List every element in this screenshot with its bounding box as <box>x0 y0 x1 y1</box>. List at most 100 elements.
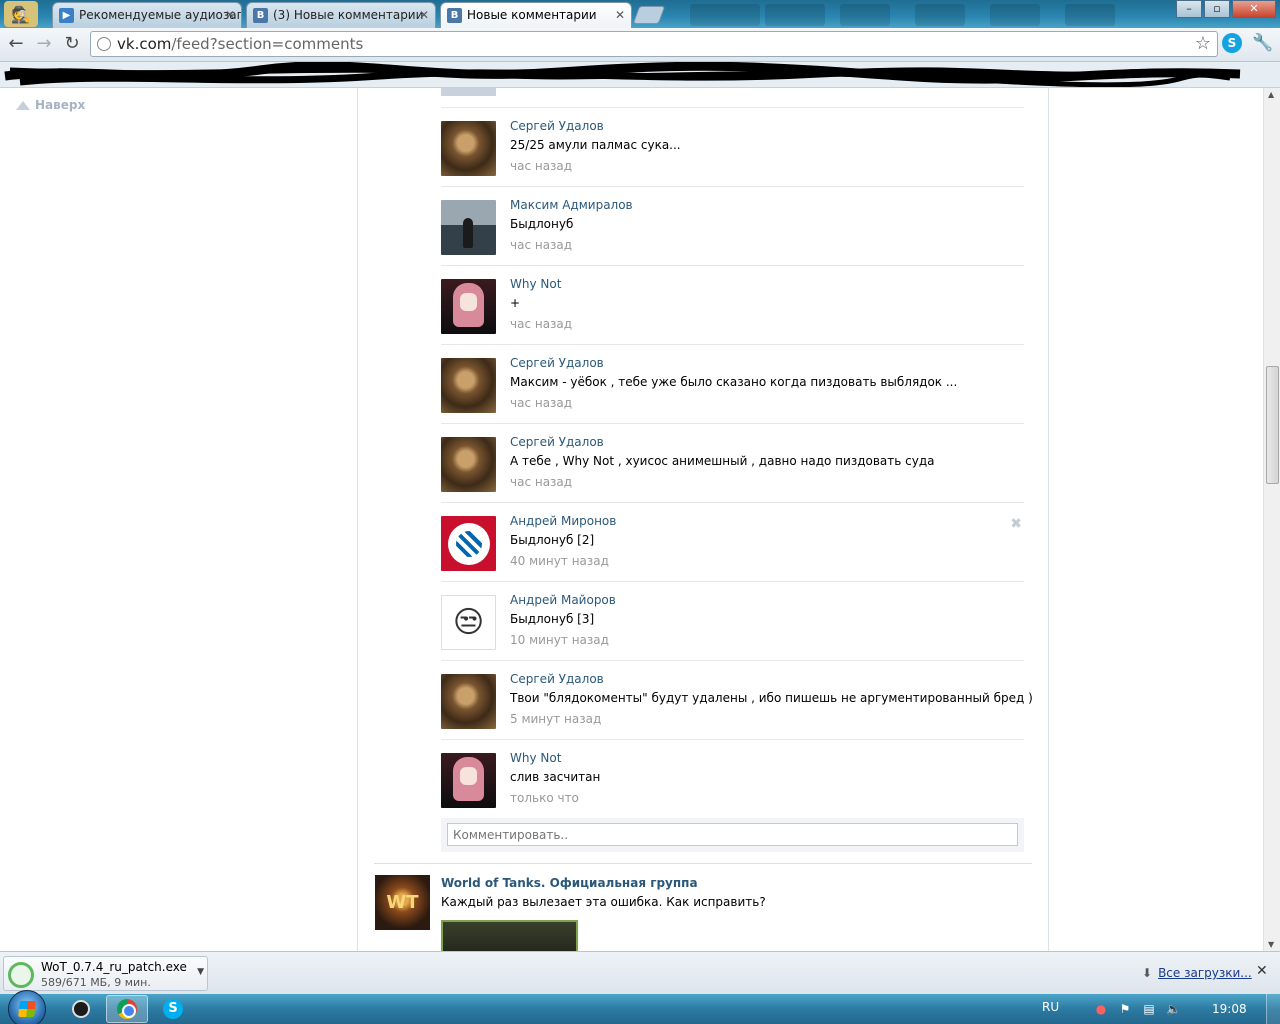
skype-extension-icon[interactable]: S <box>1222 33 1242 53</box>
profile-avatar-icon[interactable]: 🕵 <box>4 1 38 27</box>
avatar[interactable] <box>441 88 496 96</box>
close-window-button[interactable]: ✕ <box>1232 0 1276 18</box>
comment-time[interactable]: час назад <box>510 475 572 489</box>
comment-item: Сергей Удалов Твои "блядокоменты" будут … <box>441 661 1033 740</box>
minimize-button[interactable]: – <box>1176 0 1202 18</box>
comment-time[interactable]: только что <box>510 791 579 805</box>
comment-item: 😒 Андрей Майоров Быдлонуб [3] 10 минут н… <box>441 582 1024 661</box>
tab-recommended-audio[interactable]: ▶ Рекомендуемые аудиозап ✕ <box>52 2 242 28</box>
taskbar-steam[interactable] <box>60 995 102 1023</box>
comment-author[interactable]: Максим Адмиралов <box>510 198 633 212</box>
redaction-scribble <box>4 62 1241 87</box>
comment-time[interactable]: час назад <box>510 317 572 331</box>
taskbar-chrome[interactable] <box>106 995 148 1023</box>
scroll-to-top-button[interactable]: Наверх <box>16 98 85 112</box>
scroll-to-top-label: Наверх <box>35 98 86 112</box>
back-button[interactable]: ← <box>5 34 27 56</box>
tab-new-comments-3[interactable]: B (3) Новые комментарии ✕ <box>246 2 436 28</box>
vk-page: Наверх Сергей Удалов 25/25 амули палмас … <box>0 88 1280 951</box>
comment-input[interactable] <box>447 823 1018 846</box>
comment-item: Why Not + час назад <box>441 266 1024 345</box>
all-downloads-link[interactable]: ⬇ Все загрузки... <box>1142 966 1252 980</box>
comment-text: А тебе , Why Not , хуисос анимешный , да… <box>510 454 935 468</box>
comment-time[interactable]: 10 минут назад <box>510 633 609 647</box>
comment-item: Сергей Удалов А тебе , Why Not , хуисос … <box>441 424 1024 503</box>
download-progress-icon <box>8 962 34 988</box>
comment-form <box>441 818 1024 852</box>
language-indicator[interactable]: RU <box>1042 1000 1059 1014</box>
close-icon[interactable]: ✕ <box>225 3 235 27</box>
address-bar[interactable]: vk.com/feed?section=comments ☆ <box>90 31 1218 57</box>
divider <box>374 863 1032 864</box>
volume-icon[interactable]: 🔈 <box>1166 1002 1181 1016</box>
scroll-down-arrow-icon[interactable]: ▼ <box>1268 940 1274 949</box>
comment-time[interactable]: час назад <box>510 396 572 410</box>
avatar[interactable] <box>441 121 496 176</box>
comment-time[interactable]: час назад <box>510 238 572 252</box>
windows-taskbar: S RU ● ⚑ ▤ 🔈 19:08 <box>0 990 1280 1024</box>
notification-icon[interactable]: ● <box>1094 1002 1108 1016</box>
comment-author[interactable]: Сергей Удалов <box>510 672 604 686</box>
avatar[interactable] <box>441 200 496 255</box>
close-icon[interactable]: ✕ <box>615 3 625 27</box>
comment-time[interactable]: час назад <box>510 159 572 173</box>
tab-title: Новые комментарии <box>467 8 597 22</box>
start-button[interactable] <box>8 990 46 1024</box>
chevron-down-icon[interactable]: ▼ <box>197 967 204 977</box>
comment-time[interactable]: 40 минут назад <box>510 554 609 568</box>
show-desktop-button[interactable] <box>1266 994 1280 1024</box>
avatar[interactable] <box>441 358 496 413</box>
tab-new-comments[interactable]: B Новые комментарии ✕ <box>440 2 632 28</box>
world-of-tanks-logo-icon[interactable]: WT <box>375 875 430 930</box>
comment-item: Why Not слив засчитан только что <box>441 740 1024 819</box>
wrench-menu-icon[interactable]: 🔧 <box>1252 33 1273 53</box>
avatar[interactable] <box>441 279 496 334</box>
comment-author[interactable]: Why Not <box>510 751 561 765</box>
forward-button[interactable]: → <box>33 34 55 56</box>
avatar[interactable] <box>441 674 496 729</box>
comment-author[interactable]: Why Not <box>510 277 561 291</box>
avatar[interactable]: 😒 <box>441 595 496 650</box>
avatar[interactable] <box>441 753 496 808</box>
comment-author[interactable]: Сергей Удалов <box>510 119 604 133</box>
comment-author[interactable]: Сергей Удалов <box>510 435 604 449</box>
maximize-button[interactable]: ▫ <box>1204 0 1230 18</box>
window-controls: – ▫ ✕ <box>1174 0 1276 18</box>
comment-text: 25/25 амули палмас сука... <box>510 138 681 152</box>
comment-author[interactable]: Андрей Майоров <box>510 593 616 607</box>
delete-comment-icon[interactable]: ✖ <box>1010 516 1022 532</box>
page-scrollbar[interactable]: ▲ ▼ <box>1263 88 1280 951</box>
new-tab-button[interactable] <box>632 6 666 24</box>
bookmark-star-icon[interactable]: ☆ <box>1195 33 1211 54</box>
comment-author[interactable]: Андрей Миронов <box>510 514 616 528</box>
close-icon[interactable]: ✕ <box>419 3 429 27</box>
globe-icon <box>97 37 111 51</box>
comment-text: Максим - уёбок , тебе уже было сказано к… <box>510 375 958 389</box>
skype-icon: S <box>163 999 183 1019</box>
comment-author[interactable]: Сергей Удалов <box>510 356 604 370</box>
action-center-flag-icon[interactable]: ⚑ <box>1118 1002 1132 1016</box>
tab-strip: 🕵 ▶ Рекомендуемые аудиозап ✕ B (3) Новые… <box>0 0 1280 28</box>
download-item[interactable]: WoT_0.7.4_ru_patch.exe 589/671 МБ, 9 мин… <box>3 956 208 991</box>
comment-text: Быдлонуб [2] <box>510 533 595 547</box>
avatar[interactable] <box>441 437 496 492</box>
url-host: vk.com <box>117 35 172 53</box>
url-path: /feed?section=comments <box>171 35 364 53</box>
post-text: Каждый раз вылезает эта ошибка. Как испр… <box>441 895 766 909</box>
post-attachment-image[interactable] <box>441 920 578 951</box>
network-icon[interactable]: ▤ <box>1142 1002 1156 1016</box>
avatar[interactable] <box>441 516 496 571</box>
comment-time[interactable]: 5 минут назад <box>510 712 601 726</box>
post-author[interactable]: World of Tanks. Официальная группа <box>441 876 698 890</box>
scroll-up-arrow-icon[interactable]: ▲ <box>1268 90 1274 99</box>
tab-title: (3) Новые комментарии <box>273 8 424 22</box>
system-clock[interactable]: 19:08 <box>1212 1002 1247 1016</box>
reload-button[interactable]: ↻ <box>61 34 83 56</box>
comment-item: Андрей Миронов Быдлонуб [2] 40 минут наз… <box>441 503 1024 582</box>
taskbar-skype[interactable]: S <box>152 995 194 1023</box>
download-status: 589/671 МБ, 9 мин. <box>41 976 151 989</box>
bookmarks-bar <box>0 62 1280 88</box>
close-icon[interactable]: ✕ <box>1256 963 1268 979</box>
comment-text: Быдлонуб <box>510 217 574 231</box>
scrollbar-thumb[interactable] <box>1266 366 1279 484</box>
